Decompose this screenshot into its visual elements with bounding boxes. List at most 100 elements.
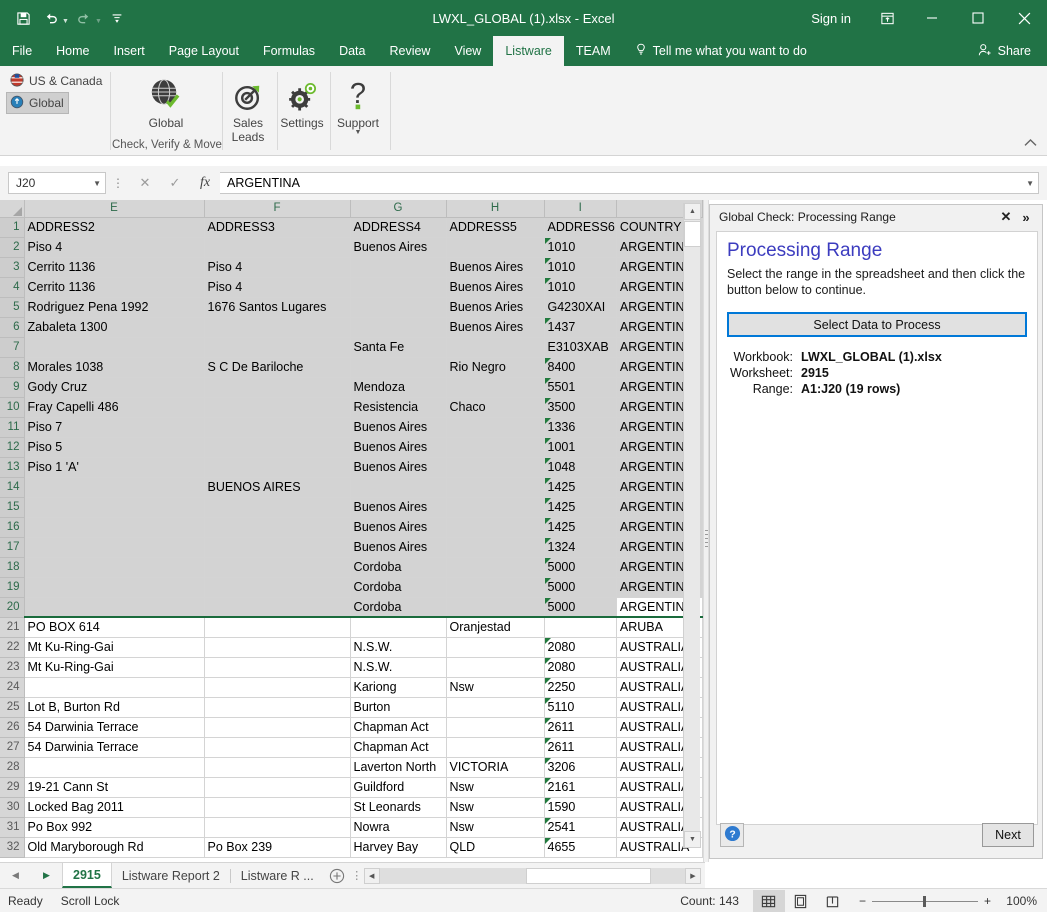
settings-button[interactable]: Settings bbox=[277, 72, 327, 130]
table-row[interactable]: 9 Gody Cruz Mendoza 5501 ARGENTINA bbox=[0, 377, 703, 398]
table-row[interactable]: 28 Laverton North VICTORIA 3206 AUSTRALIA bbox=[0, 757, 703, 778]
cell-H21[interactable]: Oranjestad bbox=[446, 617, 545, 638]
cell-I31[interactable]: 2541 bbox=[544, 817, 617, 838]
cell-F15[interactable] bbox=[204, 497, 351, 518]
table-row[interactable]: 18 Cordoba 5000 ARGENTINA bbox=[0, 557, 703, 578]
maximize-button[interactable] bbox=[955, 0, 1001, 36]
cell-I10[interactable]: 3500 bbox=[544, 397, 617, 418]
cell-H18[interactable] bbox=[446, 557, 545, 578]
page-break-preview-icon[interactable] bbox=[817, 890, 849, 912]
cell-G17[interactable]: Buenos Aires bbox=[350, 537, 447, 558]
row-header-8[interactable]: 8 bbox=[0, 357, 25, 378]
cell-E2[interactable]: Piso 4 bbox=[24, 237, 205, 258]
scroll-down-arrow-icon[interactable]: ▼ bbox=[684, 831, 701, 848]
cell-F10[interactable] bbox=[204, 397, 351, 418]
sheet-tab-overflow-grip[interactable]: ⋮ bbox=[350, 869, 364, 882]
cell-G19[interactable]: Cordoba bbox=[350, 577, 447, 598]
cell-G23[interactable]: N.S.W. bbox=[350, 657, 447, 678]
cell-F11[interactable] bbox=[204, 417, 351, 438]
zoom-track[interactable] bbox=[871, 895, 978, 907]
cell-I32[interactable]: 4655 bbox=[544, 837, 617, 858]
row-header-27[interactable]: 27 bbox=[0, 737, 25, 758]
cell-F12[interactable] bbox=[204, 437, 351, 458]
cell-G6[interactable] bbox=[350, 317, 447, 338]
page-layout-view-icon[interactable] bbox=[785, 890, 817, 912]
enter-icon[interactable]: ✓ bbox=[160, 172, 190, 194]
cell-G28[interactable]: Laverton North bbox=[350, 757, 447, 778]
cell-E9[interactable]: Gody Cruz bbox=[24, 377, 205, 398]
cell-E10[interactable]: Fray Capelli 486 bbox=[24, 397, 205, 418]
cell-F20[interactable] bbox=[204, 597, 351, 618]
row-header-14[interactable]: 14 bbox=[0, 477, 25, 498]
cell-H28[interactable]: VICTORIA bbox=[446, 757, 545, 778]
table-row[interactable]: 3 Cerrito 1136 Piso 4 Buenos Aires 1010 ARGEN… bbox=[0, 257, 703, 278]
cell-I20[interactable]: 5000 bbox=[544, 597, 617, 618]
add-sheet-icon[interactable] bbox=[324, 868, 350, 884]
column-header-H[interactable]: H bbox=[446, 200, 545, 218]
cell-E18[interactable] bbox=[24, 557, 205, 578]
row-header-23[interactable]: 23 bbox=[0, 657, 25, 678]
table-row[interactable]: 23 Mt Ku-Ring-Gai N.S.W. 2080 AUSTRALIA bbox=[0, 657, 703, 678]
row-header-3[interactable]: 3 bbox=[0, 257, 25, 278]
row-header-25[interactable]: 25 bbox=[0, 697, 25, 718]
row-header-20[interactable]: 20 bbox=[0, 597, 25, 618]
cell-G5[interactable] bbox=[350, 297, 447, 318]
next-sheet-icon[interactable]: ▶ bbox=[43, 870, 50, 881]
cell-E14[interactable] bbox=[24, 477, 205, 498]
table-row[interactable]: 11 Piso 7 Buenos Aires 1336 ARGENTINA bbox=[0, 417, 703, 438]
cell-I25[interactable]: 5110 bbox=[544, 697, 617, 718]
tab-file[interactable]: File bbox=[0, 36, 44, 66]
cell-H22[interactable] bbox=[446, 637, 545, 658]
normal-view-icon[interactable] bbox=[752, 890, 785, 912]
cell-I11[interactable]: 1336 bbox=[544, 417, 617, 438]
zoom-in-button[interactable]: + bbox=[984, 894, 991, 908]
cell-G20[interactable]: Cordoba bbox=[350, 597, 447, 618]
cell-E22[interactable]: Mt Ku-Ring-Gai bbox=[24, 637, 205, 658]
cell-G30[interactable]: St Leonards bbox=[350, 797, 447, 818]
column-header-G[interactable]: G bbox=[350, 200, 447, 218]
cell-I3[interactable]: 1010 bbox=[544, 257, 617, 278]
cell-H3[interactable]: Buenos Aires bbox=[446, 257, 545, 278]
tab-data[interactable]: Data bbox=[327, 36, 377, 66]
cell-E16[interactable] bbox=[24, 517, 205, 538]
cell-I8[interactable]: 8400 bbox=[544, 357, 617, 378]
table-row[interactable]: 31 Po Box 992 Nowra Nsw 2541 AUSTRALIA bbox=[0, 817, 703, 838]
cell-F9[interactable] bbox=[204, 377, 351, 398]
cell-G1[interactable]: ADDRESS4 bbox=[350, 217, 447, 238]
cell-I1[interactable]: ADDRESS6 bbox=[544, 217, 617, 238]
cell-H15[interactable] bbox=[446, 497, 545, 518]
row-header-29[interactable]: 29 bbox=[0, 777, 25, 798]
cell-E24[interactable] bbox=[24, 677, 205, 698]
cell-E26[interactable]: 54 Darwinia Terrace bbox=[24, 717, 205, 738]
cancel-icon[interactable]: ✕ bbox=[130, 172, 160, 194]
cell-E17[interactable] bbox=[24, 537, 205, 558]
cell-H4[interactable]: Buenos Aires bbox=[446, 277, 545, 298]
collapse-ribbon-icon[interactable] bbox=[1024, 139, 1037, 151]
cell-H9[interactable] bbox=[446, 377, 545, 398]
row-header-12[interactable]: 12 bbox=[0, 437, 25, 458]
table-row[interactable]: 22 Mt Ku-Ring-Gai N.S.W. 2080 AUSTRALIA bbox=[0, 637, 703, 658]
help-button[interactable]: ? bbox=[720, 823, 744, 847]
table-row[interactable]: 13 Piso 1 'A' Buenos Aires 1048 ARGENTINA bbox=[0, 457, 703, 478]
cell-F29[interactable] bbox=[204, 777, 351, 798]
tab-listware[interactable]: Listware bbox=[493, 36, 564, 66]
tell-me-box[interactable]: Tell me what you want to do bbox=[623, 36, 819, 66]
horizontal-scroll-thumb[interactable] bbox=[526, 867, 652, 884]
cell-F3[interactable]: Piso 4 bbox=[204, 257, 351, 278]
cell-I29[interactable]: 2161 bbox=[544, 777, 617, 798]
row-header-19[interactable]: 19 bbox=[0, 577, 25, 598]
cell-E25[interactable]: Lot B, Burton Rd bbox=[24, 697, 205, 718]
formula-input[interactable]: ARGENTINA ▼ bbox=[220, 172, 1039, 194]
cell-H5[interactable]: Buenos Aries bbox=[446, 297, 545, 318]
share-button[interactable]: Share bbox=[970, 36, 1039, 66]
column-header-E[interactable]: E bbox=[24, 200, 205, 218]
zoom-slider[interactable]: − + bbox=[849, 894, 1001, 908]
cell-G15[interactable]: Buenos Aires bbox=[350, 497, 447, 518]
cell-E1[interactable]: ADDRESS2 bbox=[24, 217, 205, 238]
cell-F8[interactable]: S C De Bariloche bbox=[204, 357, 351, 378]
mode-us-canada[interactable]: US & Canada bbox=[6, 70, 107, 92]
sign-in-button[interactable]: Sign in bbox=[797, 11, 865, 26]
horizontal-scroll-track[interactable] bbox=[379, 867, 685, 884]
cell-F1[interactable]: ADDRESS3 bbox=[204, 217, 351, 238]
cell-H30[interactable]: Nsw bbox=[446, 797, 545, 818]
